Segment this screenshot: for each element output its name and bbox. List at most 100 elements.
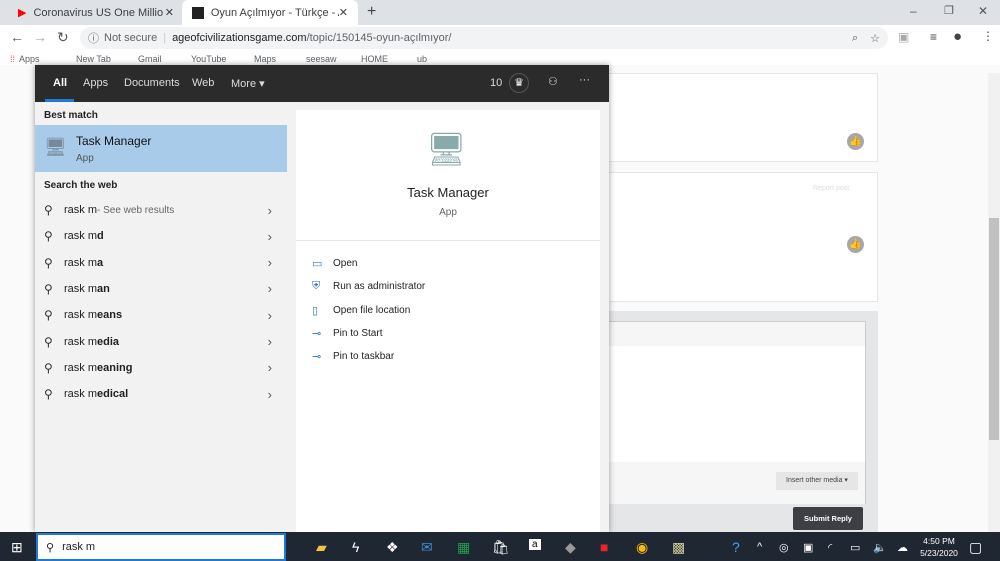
best-match-task-manager[interactable]: 🖥 Task Manager App — [35, 125, 287, 172]
mail-icon[interactable]: ✉ — [421, 539, 433, 556]
filter-apps[interactable]: Apps — [83, 77, 108, 89]
like-icon[interactable]: 👍 — [847, 236, 864, 253]
taskbar-search-input[interactable]: ⚲ rask m — [36, 533, 286, 561]
reload-icon[interactable]: ↻ — [57, 29, 69, 46]
start-search-panel: All Apps Documents Web More ▾ 10 ♛ ⚇ ···… — [35, 65, 609, 532]
folder-icon: ▯ — [312, 304, 319, 317]
excel-icon[interactable]: ▦ — [457, 539, 470, 556]
search-icon: ⚲ — [44, 203, 53, 217]
close-window-button[interactable]: ✕ — [978, 4, 988, 18]
onedrive-icon[interactable]: ☁ — [897, 541, 908, 554]
action-run-as-administrator[interactable]: ⛨ Run as administrator — [312, 280, 425, 293]
chevron-up-icon[interactable]: ^ — [757, 541, 762, 553]
chevron-right-icon[interactable]: › — [268, 334, 272, 349]
pin-icon: ⊸ — [312, 327, 322, 340]
bookmark-gmail[interactable]: Gmail — [124, 54, 162, 64]
chevron-right-icon[interactable]: › — [268, 229, 272, 244]
info-icon: ⓘ — [88, 33, 99, 45]
tray-icon[interactable]: ◎ — [779, 541, 789, 554]
notifications-icon[interactable]: ▢ — [969, 539, 982, 556]
web-result-item[interactable]: ⚲ rask m an › — [35, 276, 287, 302]
restore-button[interactable]: ❐ — [944, 4, 954, 17]
web-result-item[interactable]: ⚲ rask m eans › — [35, 302, 287, 328]
action-open-file-location[interactable]: ▯ Open file location — [312, 304, 410, 317]
star-icon[interactable]: ☆ — [870, 32, 880, 45]
chevron-right-icon[interactable]: › — [268, 203, 272, 218]
volume-icon[interactable]: 🔈 — [873, 541, 887, 554]
chevron-right-icon[interactable]: › — [268, 255, 272, 270]
amazon-icon[interactable]: a — [529, 539, 541, 550]
chevron-right-icon[interactable]: › — [268, 281, 272, 296]
action-pin-to-start[interactable]: ⊸ Pin to Start — [312, 327, 382, 340]
submit-reply-button[interactable]: Submit Reply — [793, 507, 863, 530]
divider — [296, 240, 600, 241]
windows-start-icon[interactable]: ⊞ — [11, 539, 23, 556]
filter-web[interactable]: Web — [192, 77, 214, 89]
bookmark-youtube[interactable]: YouTube — [175, 54, 226, 64]
battery-icon[interactable]: ▭ — [850, 541, 860, 554]
back-icon[interactable]: ← — [10, 29, 24, 45]
filter-all[interactable]: All — [53, 77, 67, 89]
tray-icon[interactable]: ▣ — [803, 541, 813, 554]
scrollbar-thumb[interactable] — [989, 218, 999, 440]
store-icon[interactable]: 🛍 — [492, 539, 510, 556]
chevron-right-icon[interactable]: › — [268, 308, 272, 323]
game-icon[interactable]: ▩ — [672, 539, 685, 556]
chevron-right-icon[interactable]: › — [268, 360, 272, 375]
filter-documents[interactable]: Documents — [124, 77, 180, 89]
web-result-item[interactable]: ⚲ rask m edia › — [35, 329, 287, 355]
like-icon[interactable]: 👍 — [847, 133, 864, 150]
divider: | — [163, 32, 167, 44]
more-options-icon[interactable]: ··· — [579, 74, 590, 86]
chevron-right-icon[interactable]: › — [268, 387, 272, 402]
web-result-item[interactable]: ⚲ rask m d › — [35, 223, 287, 249]
web-result-item[interactable]: ⚲ rask m edical › — [35, 381, 287, 407]
forward-icon[interactable]: → — [33, 29, 47, 45]
menu-icon[interactable]: ⋮ — [982, 29, 994, 43]
search-icon: ⚲ — [46, 541, 55, 554]
web-result-item[interactable]: ⚲ rask m a › — [35, 250, 287, 276]
web-result-item[interactable]: ⚲ rask m - See web results › — [35, 197, 287, 223]
scrollbar[interactable] — [988, 73, 1000, 532]
bookmark-ub[interactable]: ub — [401, 54, 427, 64]
insert-media-button[interactable]: Insert other media ▾ — [776, 472, 858, 490]
tab-coronavirus[interactable]: ▶ Coronavirus US One Million Case ✕ — [8, 0, 184, 25]
app-icon[interactable]: ◆ — [565, 539, 576, 556]
address-bar[interactable]: ⓘ Not secure | ageofcivilizationsgame.co… — [80, 27, 888, 49]
roblox-icon[interactable]: ■ — [600, 539, 608, 555]
profile-icon[interactable]: ● — [953, 28, 962, 45]
bookmark-apps[interactable]: ⁞⁞ Apps — [10, 54, 40, 64]
dropbox-icon[interactable]: ❖ — [386, 539, 399, 556]
action-open[interactable]: ▭ Open — [312, 257, 357, 270]
bookmark-home[interactable]: HOME — [345, 54, 388, 64]
app-icon[interactable]: ϟ — [352, 539, 359, 555]
help-icon[interactable]: ? — [732, 539, 740, 555]
close-tab-icon[interactable]: ✕ — [339, 6, 348, 19]
bookmark-maps[interactable]: Maps — [238, 54, 276, 64]
filter-more[interactable]: More ▾ — [231, 77, 265, 90]
extension-icon[interactable]: ▣ — [898, 30, 909, 44]
feedback-icon[interactable]: ⚇ — [548, 75, 558, 88]
bookmark-seesaw[interactable]: seesaw — [288, 54, 337, 64]
tab-oyun[interactable]: Oyun Açılmıyor - Türkçe - Age of ✕ — [182, 0, 358, 25]
media-icon[interactable]: ≡ — [930, 30, 937, 44]
action-pin-to-taskbar[interactable]: ⊸ Pin to taskbar — [312, 350, 394, 363]
run-as-admin-icon: ⛨ — [312, 280, 321, 293]
new-tab-button[interactable]: + — [367, 3, 376, 21]
file-explorer-icon[interactable]: ▰ — [316, 539, 327, 556]
search-icon: ⚲ — [44, 255, 53, 270]
results-list: Best match 🖥 Task Manager App Search the… — [35, 102, 287, 532]
zoom-icon[interactable]: ⌕ — [852, 32, 858, 45]
web-result-item[interactable]: ⚲ rask m eaning › — [35, 355, 287, 381]
clock[interactable]: 4:50 PM 5/23/2020 — [918, 535, 960, 559]
trophy-icon[interactable]: ♛ — [509, 73, 529, 93]
bookmark-newtab[interactable]: New Tab — [60, 54, 111, 64]
close-tab-icon[interactable]: ✕ — [165, 6, 174, 19]
chrome-icon[interactable]: ◉ — [636, 539, 648, 556]
search-icon: ⚲ — [44, 360, 53, 375]
tab-strip: ▶ Coronavirus US One Million Case ✕ Oyun… — [0, 0, 1000, 25]
search-icon: ⚲ — [44, 334, 53, 349]
search-icon: ⚲ — [44, 281, 53, 296]
minimize-button[interactable]: – — [910, 4, 917, 18]
wifi-icon[interactable]: ◜ — [828, 541, 832, 554]
